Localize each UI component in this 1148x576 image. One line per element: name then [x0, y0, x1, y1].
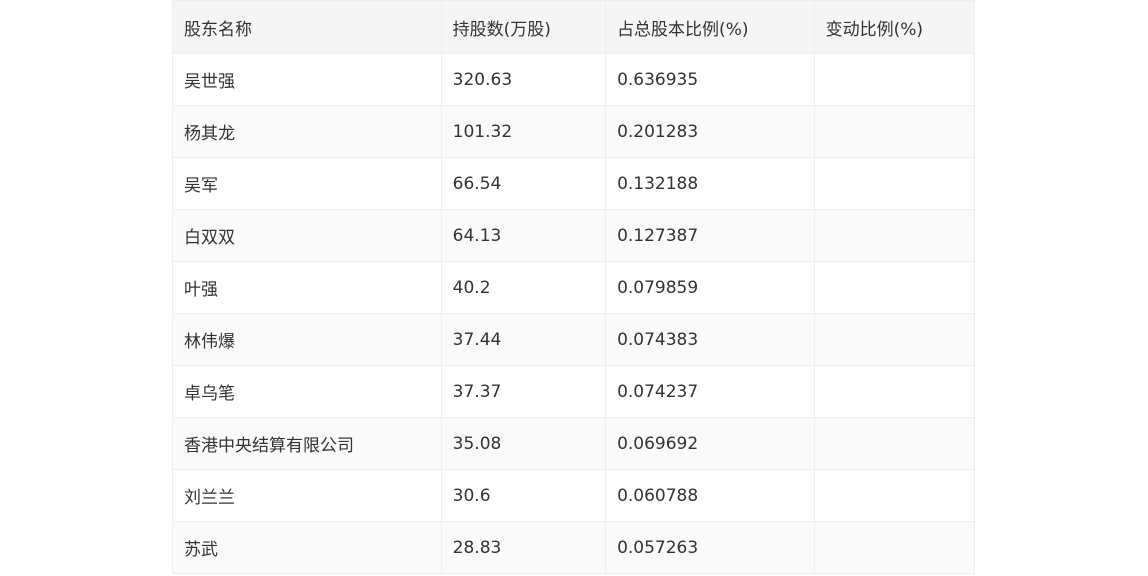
cell-share-ratio: 0.636935 [605, 53, 815, 106]
table-row: 叶强 40.2 0.079859 [172, 261, 976, 314]
table-row: 林伟爆 37.44 0.074383 [172, 313, 976, 366]
cell-share-ratio: 0.074383 [605, 313, 815, 366]
cell-change-ratio [813, 105, 976, 158]
cell-share-ratio: 0.127387 [605, 209, 815, 262]
cell-change-ratio [813, 209, 976, 262]
cell-change-ratio [813, 157, 976, 210]
cell-shares-held: 30.6 [440, 469, 607, 522]
cell-shareholder-name: 林伟爆 [172, 313, 442, 366]
table-row: 刘兰兰 30.6 0.060788 [172, 469, 976, 522]
cell-change-ratio [813, 53, 976, 106]
cell-change-ratio [813, 365, 976, 418]
table-row: 吴世强 320.63 0.636935 [172, 53, 976, 106]
table-body: 吴世强 320.63 0.636935 杨其龙 101.32 0.201283 … [172, 53, 976, 574]
cell-change-ratio [813, 469, 976, 522]
cell-shareholder-name: 吴世强 [172, 53, 442, 106]
cell-change-ratio [813, 261, 976, 314]
cell-share-ratio: 0.132188 [605, 157, 815, 210]
cell-shareholder-name: 苏武 [172, 521, 442, 574]
cell-shares-held: 35.08 [440, 417, 607, 470]
header-shares-held: 持股数(万股) [440, 0, 607, 54]
cell-shares-held: 37.44 [440, 313, 607, 366]
table-row: 白双双 64.13 0.127387 [172, 209, 976, 262]
cell-share-ratio: 0.060788 [605, 469, 815, 522]
table-row: 卓乌笔 37.37 0.074237 [172, 365, 976, 418]
cell-change-ratio [813, 417, 976, 470]
cell-share-ratio: 0.069692 [605, 417, 815, 470]
cell-shares-held: 320.63 [440, 53, 607, 106]
table-row: 吴军 66.54 0.132188 [172, 157, 976, 210]
cell-shareholder-name: 白双双 [172, 209, 442, 262]
cell-share-ratio: 0.057263 [605, 521, 815, 574]
cell-shareholder-name: 卓乌笔 [172, 365, 442, 418]
cell-shares-held: 28.83 [440, 521, 607, 574]
cell-shares-held: 40.2 [440, 261, 607, 314]
cell-shareholder-name: 吴军 [172, 157, 442, 210]
cell-shares-held: 66.54 [440, 157, 607, 210]
table-header: 股东名称 持股数(万股) 占总股本比例(%) 变动比例(%) [172, 0, 976, 54]
cell-share-ratio: 0.079859 [605, 261, 815, 314]
cell-shares-held: 64.13 [440, 209, 607, 262]
cell-shareholder-name: 刘兰兰 [172, 469, 442, 522]
cell-shares-held: 37.37 [440, 365, 607, 418]
table-row: 香港中央结算有限公司 35.08 0.069692 [172, 417, 976, 470]
header-row: 股东名称 持股数(万股) 占总股本比例(%) 变动比例(%) [172, 0, 976, 54]
cell-shareholder-name: 杨其龙 [172, 105, 442, 158]
header-share-ratio: 占总股本比例(%) [605, 0, 815, 54]
shareholders-table: 股东名称 持股数(万股) 占总股本比例(%) 变动比例(%) 吴世强 320.6… [172, 0, 976, 574]
cell-shareholder-name: 香港中央结算有限公司 [172, 417, 442, 470]
header-shareholder-name: 股东名称 [172, 0, 442, 54]
table-row: 苏武 28.83 0.057263 [172, 521, 976, 574]
cell-share-ratio: 0.074237 [605, 365, 815, 418]
table-row: 杨其龙 101.32 0.201283 [172, 105, 976, 158]
cell-change-ratio [813, 521, 976, 574]
cell-change-ratio [813, 313, 976, 366]
cell-shares-held: 101.32 [440, 105, 607, 158]
cell-shareholder-name: 叶强 [172, 261, 442, 314]
header-change-ratio: 变动比例(%) [813, 0, 976, 54]
cell-share-ratio: 0.201283 [605, 105, 815, 158]
